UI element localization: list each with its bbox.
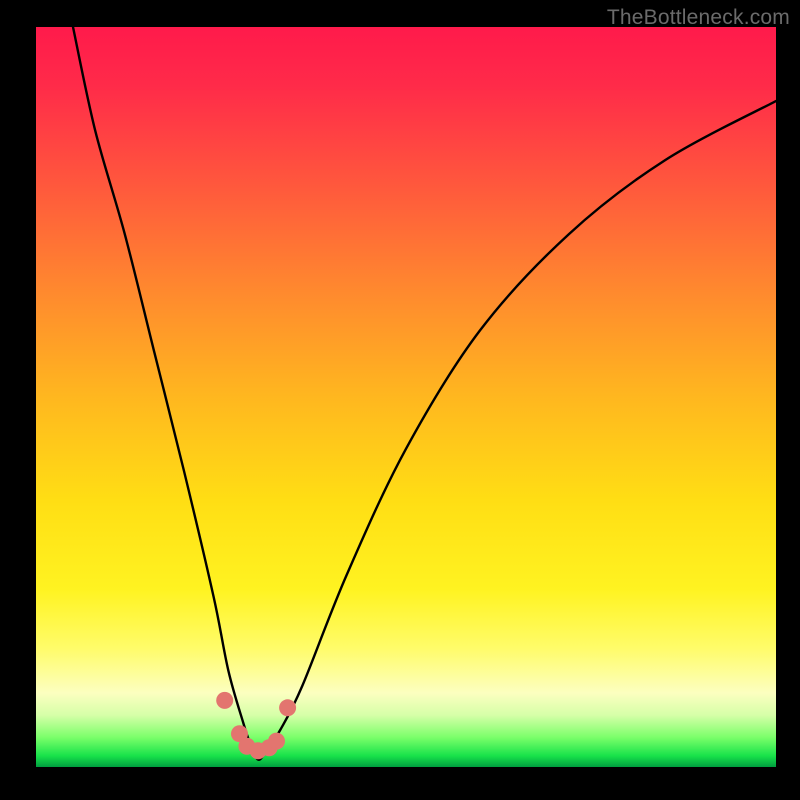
curve-svg <box>36 27 776 767</box>
marker-dot <box>216 692 233 709</box>
bottleneck-curve <box>73 27 776 760</box>
plot-area <box>36 27 776 767</box>
chart-frame: TheBottleneck.com <box>0 0 800 800</box>
highlight-markers <box>216 692 296 759</box>
marker-dot <box>268 733 285 750</box>
marker-dot <box>279 699 296 716</box>
